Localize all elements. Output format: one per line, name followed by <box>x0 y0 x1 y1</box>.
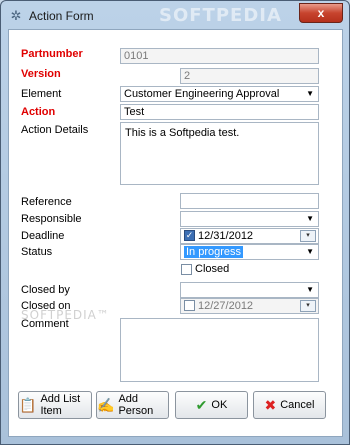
add-list-item-label: Add List Item <box>40 393 81 417</box>
reference-label: Reference <box>21 196 72 208</box>
element-value: Customer Engineering Approval <box>124 88 280 100</box>
action-field[interactable]: Test <box>120 104 319 120</box>
closed-on-checkbox[interactable] <box>184 300 195 311</box>
responsible-dropdown[interactable]: ▼ <box>180 211 319 227</box>
chevron-down-icon: ▼ <box>306 89 314 98</box>
title-bar[interactable]: ✲ Action Form SOFTPEDIA x <box>1 1 349 29</box>
calendar-icon[interactable]: ▾ <box>300 230 316 242</box>
action-details-textarea[interactable]: This is a Softpedia test. <box>120 122 319 185</box>
watermark: SOFTPEDIA <box>159 5 282 26</box>
cancel-icon: ✖ <box>264 397 277 413</box>
closed-checkbox[interactable] <box>181 264 192 275</box>
closed-by-label: Closed by <box>21 284 70 296</box>
add-list-item-button[interactable]: 📋 Add List Item <box>18 391 92 419</box>
deadline-datepicker[interactable]: ✓ 12/31/2012 ▾ <box>180 228 319 244</box>
deadline-label: Deadline <box>21 230 65 242</box>
element-dropdown[interactable]: Customer Engineering Approval ▼ <box>120 86 319 102</box>
comment-label: Comment <box>21 318 69 330</box>
status-value: In progress <box>184 246 244 258</box>
action-form-window: ✲ Action Form SOFTPEDIA x Partnumber 010… <box>0 0 350 445</box>
chevron-down-icon: ▼ <box>306 214 314 223</box>
partnumber-label: Partnumber <box>21 48 83 60</box>
closed-on-value: 12/27/2012 <box>198 300 254 312</box>
version-field[interactable]: 2 <box>180 68 319 84</box>
action-details-label: Action Details <box>21 124 89 136</box>
reference-field[interactable] <box>180 193 319 209</box>
version-label: Version <box>21 68 61 80</box>
ok-label: OK <box>211 399 228 411</box>
close-button[interactable]: x <box>299 3 343 23</box>
ok-button[interactable]: ✔ OK <box>175 391 248 419</box>
comment-textarea[interactable] <box>120 318 319 382</box>
status-label: Status <box>21 246 53 258</box>
closed-by-dropdown[interactable]: ▼ <box>180 282 319 298</box>
cancel-label: Cancel <box>280 399 315 411</box>
add-list-item-icon: 📋 <box>19 397 37 413</box>
chevron-down-icon: ▼ <box>306 285 314 294</box>
element-label: Element <box>21 88 62 100</box>
cancel-button[interactable]: ✖ Cancel <box>253 391 326 419</box>
deadline-checkbox[interactable]: ✓ <box>184 230 195 241</box>
add-person-icon: ✍ <box>97 397 115 413</box>
add-person-label: Add Person <box>118 393 154 417</box>
calendar-icon[interactable]: ▾ <box>300 300 316 312</box>
checkmark-icon: ✔ <box>195 397 208 413</box>
close-icon: x <box>317 6 325 20</box>
closed-on-datepicker[interactable]: 12/27/2012 ▾ <box>180 298 319 314</box>
partnumber-field[interactable]: 0101 <box>120 48 319 64</box>
window-title: Action Form <box>29 9 94 23</box>
responsible-label: Responsible <box>21 213 82 225</box>
closed-checkbox-label: Closed <box>195 263 230 275</box>
deadline-value: 12/31/2012 <box>198 230 254 242</box>
action-label: Action <box>21 106 56 118</box>
form-panel: Partnumber 0101 Version 2 Element Custom… <box>8 29 343 437</box>
chevron-down-icon: ▼ <box>306 247 314 256</box>
add-person-button[interactable]: ✍ Add Person <box>96 391 169 419</box>
status-dropdown[interactable]: In progress ▼ <box>180 244 319 260</box>
gear-icon: ✲ <box>10 8 22 23</box>
